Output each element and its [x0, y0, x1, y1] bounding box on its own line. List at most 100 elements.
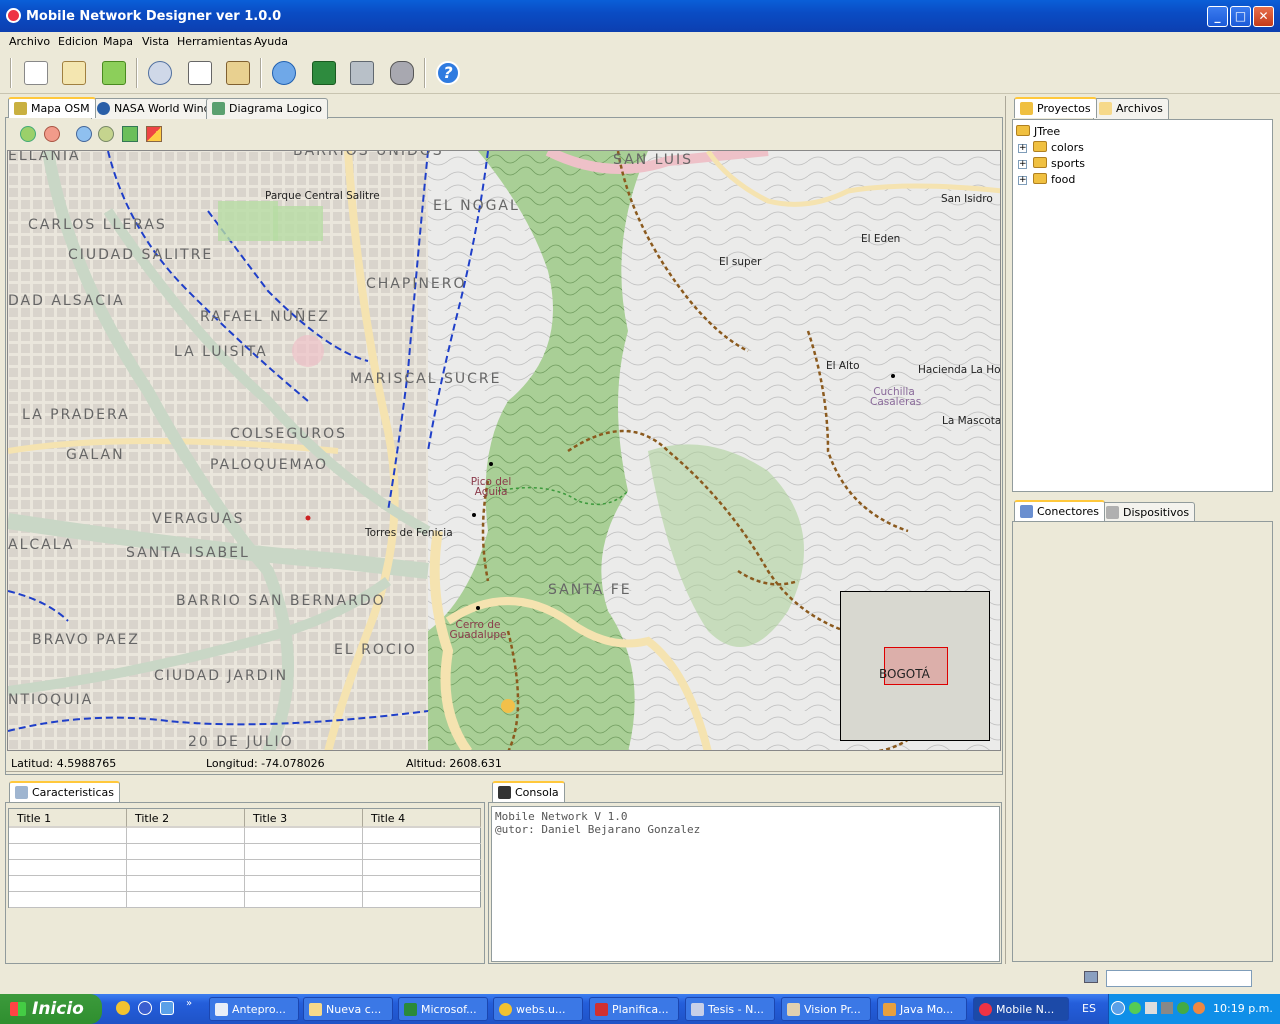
pdf-icon: [595, 1003, 608, 1016]
copy-icon[interactable]: [184, 57, 216, 89]
excel-icon[interactable]: [308, 57, 340, 89]
map-poi-label: Cuchilla Casaleras: [870, 386, 922, 408]
project-tree[interactable]: JTree + colors + sports + food: [1012, 119, 1273, 492]
table-header[interactable]: Title 2: [127, 809, 245, 828]
diagram-icon: [212, 102, 225, 115]
volume-icon[interactable]: [1145, 1002, 1157, 1014]
table-row[interactable]: [9, 860, 481, 876]
tab-mapa-osm[interactable]: Mapa OSM: [8, 97, 96, 118]
network-tray-icon[interactable]: [1161, 1002, 1173, 1014]
table-row[interactable]: [9, 892, 481, 908]
task-label: Antepro...: [232, 1003, 286, 1016]
menu-ayuda[interactable]: Ayuda: [254, 35, 288, 48]
tree-label: JTree: [1034, 125, 1061, 138]
task-item[interactable]: Tesis - N...: [685, 997, 775, 1021]
table-header[interactable]: Title 1: [9, 809, 127, 828]
table-row[interactable]: [9, 876, 481, 892]
tab-caracteristicas[interactable]: Caracteristicas: [9, 781, 121, 802]
task-item[interactable]: webs.u...: [493, 997, 583, 1021]
map-area-label: LA LUISITA: [174, 344, 268, 360]
properties-table[interactable]: Title 1 Title 2 Title 3 Title 4: [8, 808, 481, 908]
table-row[interactable]: [9, 844, 481, 860]
minimize-button[interactable]: _: [1207, 6, 1228, 27]
table-header[interactable]: Title 3: [245, 809, 363, 828]
paste-icon[interactable]: [222, 57, 254, 89]
console-output[interactable]: Mobile Network V 1.0 @utor: Daniel Bejar…: [491, 806, 1000, 962]
security-icon[interactable]: [1129, 1002, 1141, 1014]
tools-icon[interactable]: [346, 57, 378, 89]
task-item[interactable]: Nueva c...: [303, 997, 393, 1021]
app-tray-icon[interactable]: [1193, 1002, 1205, 1014]
ie-icon[interactable]: [160, 1001, 174, 1015]
tab-archivos[interactable]: Archivos: [1093, 98, 1169, 119]
toolbar-separator: [260, 58, 262, 88]
expand-icon[interactable]: +: [1018, 144, 1027, 153]
tray-expand-icon[interactable]: [1111, 1001, 1125, 1015]
update-icon[interactable]: [1177, 1002, 1189, 1014]
cut-icon[interactable]: [144, 57, 176, 89]
folder-icon: [1033, 173, 1047, 184]
tab-label: Mapa OSM: [31, 102, 90, 115]
task-item-active[interactable]: Mobile N...: [973, 997, 1069, 1021]
help-icon[interactable]: ?: [432, 57, 464, 89]
menu-herramientas[interactable]: Herramientas: [177, 35, 252, 48]
task-item[interactable]: Java Mo...: [877, 997, 967, 1021]
task-label: Java Mo...: [900, 1003, 954, 1016]
toolbar-separator: [10, 58, 12, 88]
zoom-area-icon[interactable]: [98, 126, 114, 142]
minimap[interactable]: BOGOTÁ: [840, 591, 990, 741]
new-file-icon[interactable]: [20, 57, 52, 89]
menu-vista[interactable]: Vista: [142, 35, 169, 48]
tab-nasa-world-wind[interactable]: NASA World Wind: [91, 98, 217, 119]
tab-proyectos[interactable]: Proyectos: [1014, 97, 1097, 118]
tab-diagrama-logico[interactable]: Diagrama Logico: [206, 98, 328, 119]
globe-icon: [97, 102, 110, 115]
expand-icon[interactable]: +: [1018, 160, 1027, 169]
menu-edicion[interactable]: Edicion: [58, 35, 98, 48]
close-button[interactable]: ✕: [1253, 6, 1274, 27]
menu-mapa[interactable]: Mapa: [103, 35, 133, 48]
chrome-icon[interactable]: [116, 1001, 130, 1015]
task-label: Vision Pr...: [804, 1003, 861, 1016]
download-icon[interactable]: [98, 57, 130, 89]
tab-dispositivos[interactable]: Dispositivos: [1100, 502, 1196, 523]
tab-label: Dispositivos: [1123, 506, 1190, 519]
task-item[interactable]: Microsof...: [398, 997, 488, 1021]
splitter-vertical[interactable]: [1005, 96, 1009, 964]
table-header[interactable]: Title 4: [363, 809, 481, 828]
tree-node[interactable]: sports: [1033, 157, 1085, 170]
database-icon[interactable]: [386, 57, 418, 89]
map-area-label: SANTA ISABEL: [126, 545, 250, 561]
tree-root[interactable]: JTree: [1016, 125, 1060, 138]
quicklaunch-more-icon[interactable]: »: [186, 998, 192, 1009]
open-file-icon[interactable]: [58, 57, 90, 89]
splitter-horizontal[interactable]: [6, 771, 1002, 775]
task-item[interactable]: Antepro...: [209, 997, 299, 1021]
start-button[interactable]: Inicio: [0, 994, 102, 1024]
task-label: webs.u...: [516, 1003, 566, 1016]
menu-archivo[interactable]: Archivo: [9, 35, 50, 48]
expand-icon[interactable]: +: [1018, 176, 1027, 185]
zoom-fit-icon[interactable]: [76, 126, 92, 142]
zoom-in-icon[interactable]: [20, 126, 36, 142]
table-row[interactable]: [9, 828, 481, 844]
tab-consola[interactable]: Consola: [492, 781, 565, 802]
task-label: Planifica...: [612, 1003, 669, 1016]
task-label: Microsof...: [421, 1003, 477, 1016]
tree-node[interactable]: colors: [1033, 141, 1084, 154]
task-item[interactable]: Planifica...: [589, 997, 679, 1021]
clock[interactable]: 10:19 p.m.: [1213, 1002, 1273, 1015]
maximize-button[interactable]: □: [1230, 6, 1251, 27]
language-indicator[interactable]: ES: [1082, 1002, 1096, 1015]
media-player-icon[interactable]: [138, 1001, 152, 1015]
tree-node[interactable]: food: [1033, 173, 1075, 186]
color-icon[interactable]: [146, 126, 162, 142]
tab-conectores[interactable]: Conectores: [1014, 500, 1106, 521]
toolbar: ?: [0, 52, 1280, 94]
task-item[interactable]: Vision Pr...: [781, 997, 871, 1021]
map-area-label: CIUDAD SALITRE: [68, 247, 214, 263]
refresh-icon[interactable]: [268, 57, 300, 89]
layer-icon[interactable]: [122, 126, 138, 142]
zoom-out-icon[interactable]: [44, 126, 60, 142]
title-bar: Mobile Network Designer ver 1.0.0 _ □ ✕: [0, 0, 1280, 32]
